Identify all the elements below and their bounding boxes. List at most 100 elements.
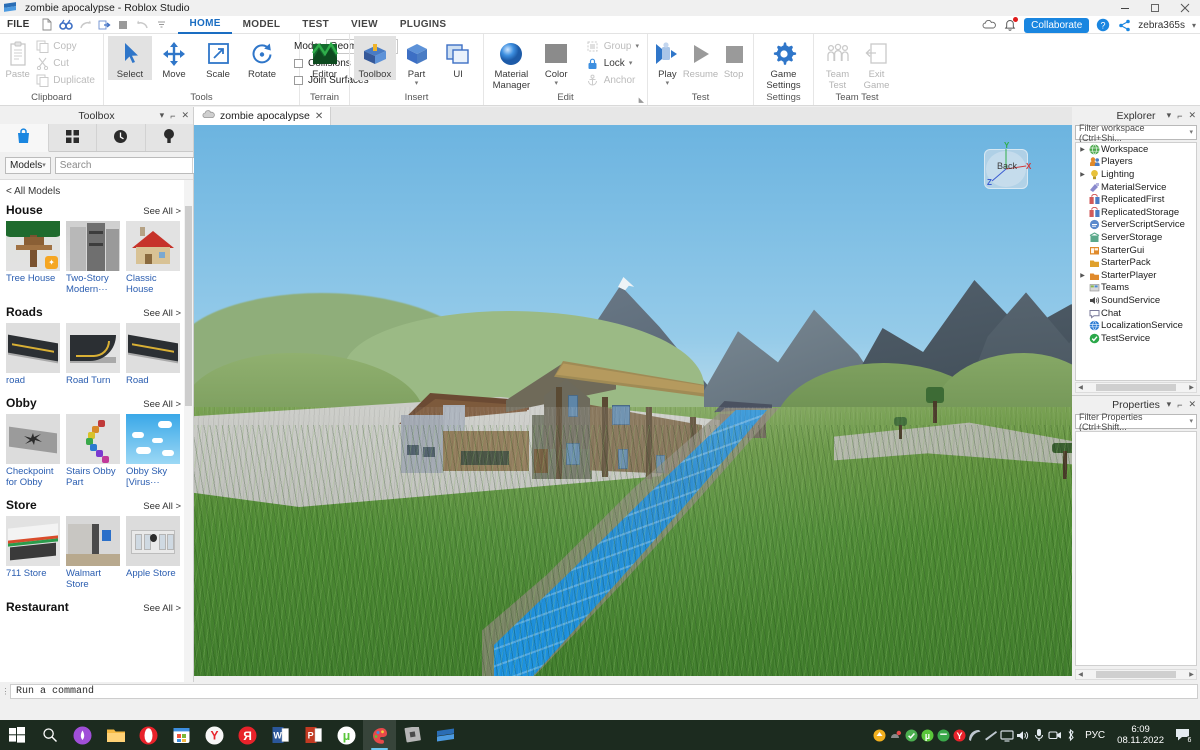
creations-tab[interactable] [145,124,193,151]
roblox-studio-icon[interactable] [429,720,462,750]
volume-icon[interactable] [1015,720,1031,750]
item-label[interactable]: Walmart Store [66,568,120,590]
powerpoint-icon[interactable]: P [297,720,330,750]
chevron-down-icon[interactable]: ▾ [554,80,558,87]
tab-model[interactable]: MODEL [232,16,292,34]
properties-float-icon[interactable]: ⌐ [1177,400,1182,410]
explorer-minimize-icon[interactable]: ▾ [1167,110,1172,121]
chevron-down-icon[interactable]: ▾ [666,80,670,87]
3d-viewport[interactable]: Back Y X Z [194,125,1072,682]
game-settings-button[interactable]: Game Settings [758,36,809,91]
file-explorer-icon[interactable] [99,720,132,750]
cortana-icon[interactable] [66,720,99,750]
tree-item-players[interactable]: Players [1076,156,1196,169]
yandex-tray-icon[interactable]: Y [951,720,967,750]
color-button[interactable]: Color ▾ [535,36,578,87]
marketplace-tab[interactable] [0,124,49,152]
place-tab[interactable]: zombie apocalypse ✕ [194,107,332,125]
scale-tool-button[interactable]: Scale [196,36,240,80]
tree-item-teams[interactable]: Teams [1076,282,1196,295]
item-label[interactable]: Road [126,375,180,386]
maximize-button[interactable] [1140,0,1170,16]
select-tool-button[interactable]: Select [108,36,152,80]
yandex-browser-icon[interactable]: Y [198,720,231,750]
explorer-scroll-thumb[interactable] [1096,384,1176,391]
bluetooth-icon[interactable] [1063,720,1079,750]
word-icon[interactable]: W [264,720,297,750]
collaborate-button[interactable]: Collaborate [1024,17,1090,33]
properties-list[interactable] [1075,431,1197,666]
resume-button[interactable]: Resume [683,36,718,80]
explorer-float-icon[interactable]: ⌐ [1177,111,1182,121]
list-item[interactable]: Walmart Store [66,516,120,590]
tree-item-localizationservice[interactable]: LocalizationService [1076,319,1196,332]
toolbox-float-icon[interactable]: ⌐ [170,111,175,121]
paint-icon[interactable] [363,720,396,750]
exit-game-button[interactable]: Exit Game [857,36,896,91]
driver-icon[interactable] [887,720,903,750]
move-tool-button[interactable]: Move [152,36,196,80]
stop-icon[interactable] [114,17,132,33]
see-all-link[interactable]: See All > [143,399,181,410]
tree-item-lighting[interactable]: ▶ Lighting [1076,168,1196,181]
see-all-link[interactable]: See All > [143,206,181,217]
list-item[interactable]: Obby Sky [Virus··· [126,414,180,488]
update-icon[interactable] [871,720,887,750]
toolbox-scroll-thumb[interactable] [185,206,192,406]
stop-button[interactable]: Stop [718,36,749,80]
anchor-button[interactable]: Anchor [582,72,643,89]
language-indicator[interactable]: РУС [1079,730,1111,741]
item-label[interactable]: Two-Story Modern··· [66,273,120,295]
item-label[interactable]: Checkpoint for Obby [6,466,60,488]
windows-start-icon[interactable] [0,720,33,750]
explorer-tree[interactable]: ▶ Workspace Players ▶ Lighting MaterialS… [1075,142,1197,381]
network-icon[interactable] [983,720,999,750]
explorer-horizontal-scrollbar[interactable]: ◀ ▶ [1075,382,1197,393]
expand-arrow-icon[interactable]: ▶ [1078,272,1087,279]
close-icon[interactable]: ✕ [315,111,323,122]
see-all-link[interactable]: See All > [143,603,181,614]
properties-close-icon[interactable]: ✕ [1188,399,1196,410]
new-file-icon[interactable] [38,17,56,33]
item-label[interactable]: 711 Store [6,568,60,579]
list-item[interactable]: Classic House [126,221,180,295]
see-all-link[interactable]: See All > [143,501,181,512]
properties-minimize-icon[interactable]: ▾ [1167,399,1172,410]
help-icon[interactable]: ? [1096,18,1110,32]
display-icon[interactable] [999,720,1015,750]
action-center-icon[interactable]: 6 [1170,720,1196,750]
toolbox-minimize-icon[interactable]: ▾ [160,110,165,121]
item-label[interactable]: Obby Sky [Virus··· [126,466,180,488]
list-item[interactable]: Road Turn [66,323,120,386]
tree-item-serverstorage[interactable]: ServerStorage [1076,231,1196,244]
scroll-right-arrow-icon[interactable]: ▶ [1187,671,1196,678]
tree-item-materialservice[interactable]: MaterialService [1076,181,1196,194]
publish-icon[interactable] [95,17,113,33]
chevron-down-icon[interactable]: ▾ [635,43,639,50]
tab-test[interactable]: TEST [291,16,340,34]
tree-item-replicatedfirst[interactable]: ReplicatedFirst [1076,193,1196,206]
tab-plugins[interactable]: PLUGINS [389,16,458,34]
list-item[interactable]: ✦ Tree House [6,221,60,295]
chevron-down-icon[interactable]: ▾ [1189,418,1193,425]
explorer-filter-input[interactable]: Filter workspace (Ctrl+Shi... ▾ [1075,123,1197,143]
shield-check-icon[interactable] [903,720,919,750]
tree-item-testservice[interactable]: TestService [1076,332,1196,345]
username-label[interactable]: zebra365s [1138,20,1185,31]
tree-item-chat[interactable]: Chat [1076,307,1196,320]
properties-filter-input[interactable]: Filter Properties (Ctrl+Shift... ▾ [1075,412,1197,432]
chevron-down-icon[interactable]: ▾ [415,80,419,87]
toolbox-button[interactable]: Toolbox [354,36,396,80]
scroll-right-arrow-icon[interactable]: ▶ [1187,384,1196,391]
search-input[interactable] [55,160,192,171]
tree-item-soundservice[interactable]: SoundService [1076,294,1196,307]
close-button[interactable] [1170,0,1200,16]
tree-item-serverscriptservice[interactable]: ServerScriptService [1076,219,1196,232]
cut-button[interactable]: Cut [31,55,99,72]
inventory-tab[interactable] [48,124,97,151]
toolbox-scrollbar[interactable] [184,180,193,682]
bell-icon[interactable] [1003,17,1019,32]
lock-button[interactable]: Lock ▾ [582,55,643,72]
breadcrumb[interactable]: < All Models [0,180,193,203]
cloud-icon[interactable] [982,18,996,32]
